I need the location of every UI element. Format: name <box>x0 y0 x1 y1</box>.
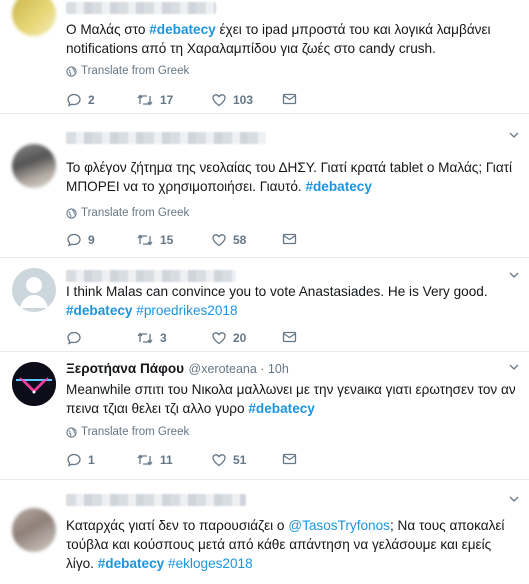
translate-link[interactable]: Translate from Greek <box>66 426 189 438</box>
tweet-5[interactable]: Καταρχάς γιατί δεν το παρουσιάζει ο @Tas… <box>0 480 529 584</box>
message-icon <box>282 331 297 343</box>
like-button[interactable]: 58 <box>211 232 246 248</box>
message-icon <box>282 453 297 465</box>
tweet-text: Meanwhile σπιτι του Νικολα μαλλωνει με τ… <box>66 382 516 416</box>
reply-icon <box>67 453 81 467</box>
retweet-button[interactable]: 11 <box>136 452 173 468</box>
hashtag-link[interactable]: #ekloges2018 <box>168 556 253 571</box>
globe-icon <box>66 207 77 219</box>
timeline-feed: Ο Μαλάς στο #debatecy έχει το ipad μπροσ… <box>0 0 529 584</box>
tweet-text: I think Malas can convince you to vote A… <box>66 284 488 318</box>
retweet-icon <box>137 94 153 106</box>
tweet-4[interactable]: Ξεροτήανα Πάφου @xeroteana · 10h Meanwhi… <box>0 352 529 480</box>
tweet-3[interactable]: I think Malas can convince you to vote A… <box>0 258 529 352</box>
reply-icon <box>67 233 81 247</box>
hashtag-link[interactable]: #proedrikes2018 <box>136 303 237 318</box>
message-button[interactable] <box>282 452 303 466</box>
reply-button[interactable]: 2 <box>66 92 95 108</box>
like-icon <box>212 234 226 247</box>
tweet-header: Ξεροτήανα Πάφου @xeroteana · 10h <box>66 360 289 378</box>
globe-icon <box>66 426 77 438</box>
avatar[interactable] <box>12 362 56 406</box>
default-avatar-icon <box>20 277 48 308</box>
message-icon <box>282 93 297 105</box>
message-button[interactable] <box>282 330 303 344</box>
like-icon <box>212 454 226 467</box>
tweet-text: Ο Μαλάς στο #debatecy έχει το ipad μπροσ… <box>66 22 491 56</box>
avatar[interactable] <box>12 508 56 552</box>
translate-link[interactable]: Translate from Greek <box>66 207 189 219</box>
retweet-button[interactable]: 15 <box>136 232 173 248</box>
reply-icon <box>67 331 81 345</box>
author-name-redacted[interactable] <box>66 2 216 14</box>
hashtag-link[interactable]: #debatecy <box>305 179 372 194</box>
reply-button[interactable]: 1 <box>66 452 95 468</box>
author-name-redacted[interactable] <box>66 270 236 282</box>
chevron-down-icon[interactable] <box>509 362 519 372</box>
avatar[interactable] <box>12 268 56 312</box>
author-name-redacted[interactable] <box>66 494 246 506</box>
message-button[interactable] <box>282 92 303 106</box>
reply-icon <box>67 93 81 107</box>
like-icon <box>212 94 226 107</box>
tweet-2[interactable]: Το φλέγον ζήτημα της νεολαίας του ΔΗΣΥ. … <box>0 114 529 258</box>
tweet-text: Το φλέγον ζήτημα της νεολαίας του ΔΗΣΥ. … <box>66 160 513 194</box>
reply-button[interactable]: 9 <box>66 232 95 248</box>
tweet-text: Καταρχάς γιατί δεν το παρουσιάζει ο @Tas… <box>66 518 505 571</box>
like-button[interactable]: 51 <box>211 452 246 468</box>
retweet-icon <box>137 454 153 466</box>
chevron-down-icon[interactable] <box>509 130 519 140</box>
like-button[interactable]: 20 <box>211 330 246 346</box>
translate-link[interactable]: Translate from Greek <box>66 65 189 77</box>
hashtag-link[interactable]: #debatecy <box>248 401 315 416</box>
author-name[interactable]: Ξεροτήανα Πάφου <box>66 361 184 376</box>
mention-link[interactable]: @TasosTryfonos <box>288 518 390 533</box>
retweet-button[interactable]: 3 <box>136 330 167 346</box>
like-icon <box>212 332 226 345</box>
hashtag-link[interactable]: #debatecy <box>149 22 216 37</box>
tweet-actions: 3 20 <box>66 330 316 348</box>
hashtag-link[interactable]: #debatecy <box>98 556 165 571</box>
chevron-down-icon[interactable] <box>509 270 519 280</box>
retweet-icon <box>137 234 153 246</box>
hashtag-link[interactable]: #debatecy <box>66 303 133 318</box>
message-icon <box>282 233 297 245</box>
profile-picture-icon <box>12 362 56 406</box>
avatar[interactable] <box>12 0 56 36</box>
tweet-1[interactable]: Ο Μαλάς στο #debatecy έχει το ipad μπροσ… <box>0 0 529 114</box>
author-name-redacted[interactable] <box>66 132 266 144</box>
author-handle[interactable]: @xeroteana · 10h <box>189 362 289 376</box>
message-button[interactable] <box>282 232 303 246</box>
like-button[interactable]: 103 <box>211 92 253 108</box>
avatar[interactable] <box>12 144 56 188</box>
retweet-icon <box>137 332 153 344</box>
tweet-actions: 1 11 51 <box>66 452 316 470</box>
reply-button[interactable] <box>66 330 88 346</box>
tweet-actions: 2 17 103 <box>66 92 316 110</box>
retweet-button[interactable]: 17 <box>136 92 173 108</box>
tweet-actions: 9 15 58 <box>66 232 316 250</box>
chevron-down-icon[interactable] <box>509 494 519 504</box>
globe-icon <box>66 65 77 77</box>
